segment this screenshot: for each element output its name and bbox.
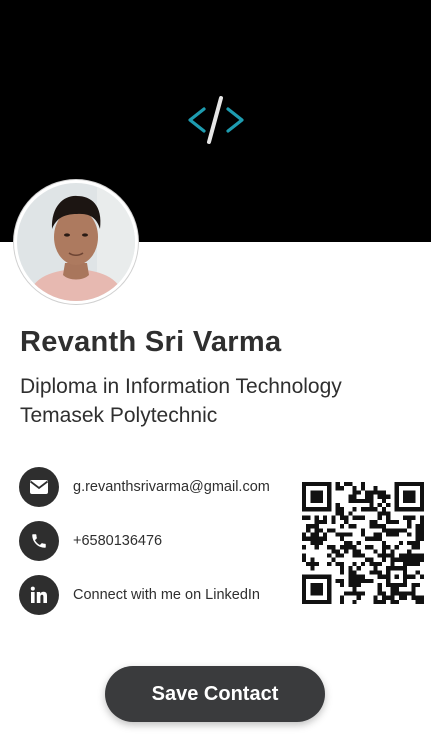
profile-subtitle-school: Temasek Polytechnic	[20, 404, 218, 427]
contact-card: Revanth Sri Varma Diploma in Information…	[0, 0, 431, 747]
linkedin-text: Connect with me on LinkedIn	[73, 587, 260, 603]
profile-subtitle-course: Diploma in Information Technology	[20, 375, 342, 398]
phone-link[interactable]: +6580136476	[19, 521, 299, 561]
qr-code	[302, 482, 424, 604]
envelope-icon	[19, 467, 59, 507]
linkedin-link[interactable]: Connect with me on LinkedIn	[19, 575, 299, 615]
linkedin-icon	[19, 575, 59, 615]
profile-photo	[17, 183, 135, 301]
phone-text: +6580136476	[73, 533, 163, 549]
code-brackets-icon	[188, 96, 244, 144]
email-link[interactable]: g.revanthsrivarma@gmail.com	[19, 467, 299, 507]
profile-name: Revanth Sri Varma	[20, 326, 282, 358]
phone-icon	[19, 521, 59, 561]
avatar	[14, 180, 138, 304]
email-text: g.revanthsrivarma@gmail.com	[73, 479, 270, 495]
save-contact-button[interactable]: Save Contact	[105, 666, 325, 722]
